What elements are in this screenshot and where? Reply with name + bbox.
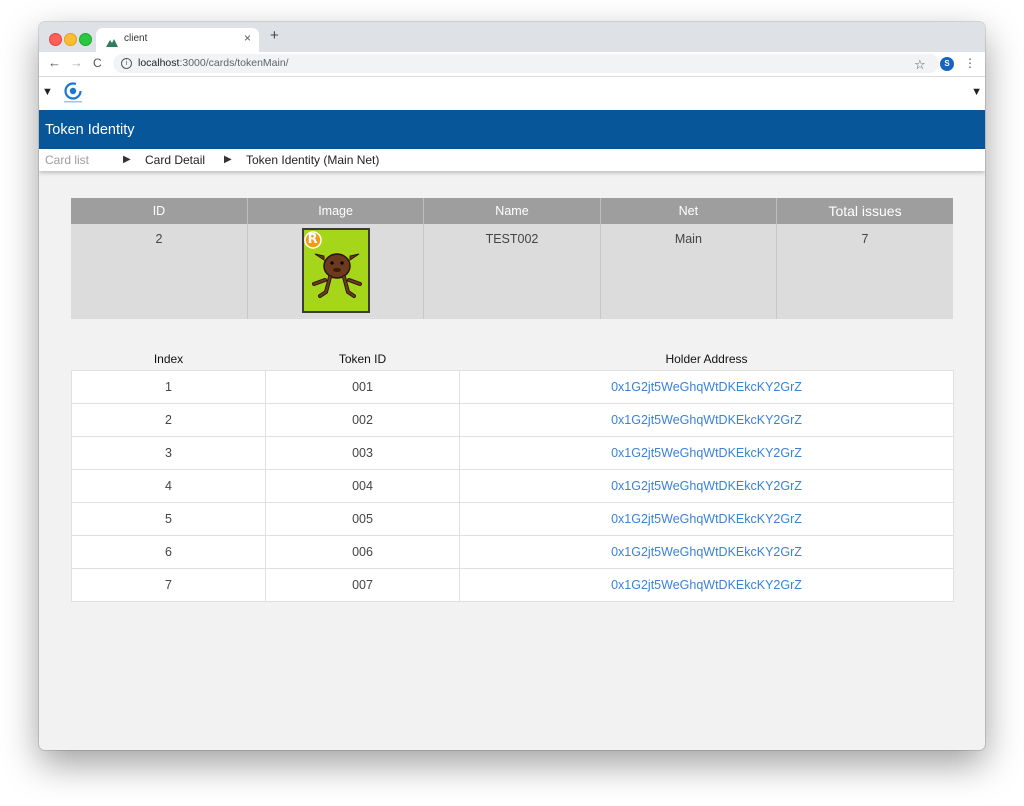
table-row: 7 007 0x1G2jt5WeGhqWtDKEkcKY2GrZ	[71, 568, 954, 602]
holder-address-link[interactable]: 0x1G2jt5WeGhqWtDKEkcKY2GrZ	[459, 535, 954, 569]
table-row: 2 002 0x1G2jt5WeGhqWtDKEkcKY2GrZ	[71, 403, 954, 437]
holder-address-link[interactable]: 0x1G2jt5WeGhqWtDKEkcKY2GrZ	[459, 469, 954, 503]
token-id-cell: 006	[265, 535, 460, 569]
token-id-cell: 002	[265, 403, 460, 437]
browser-toolbar: ← → C i localhost:3000/cards/tokenMain/	[39, 52, 985, 77]
reload-icon[interactable]: C	[93, 56, 102, 70]
card-info-table: ID Image Name Net Total issues 2 R TEST0…	[71, 198, 953, 319]
token-id-cell: 003	[265, 436, 460, 470]
minimize-window-button[interactable]	[64, 33, 77, 46]
caret-down-icon[interactable]: ▼	[971, 86, 982, 98]
index-cell: 3	[71, 436, 266, 470]
table-row: 1 001 0x1G2jt5WeGhqWtDKEkcKY2GrZ	[71, 370, 954, 404]
creature-illustration-icon	[311, 253, 362, 298]
index-cell: 1	[71, 370, 266, 404]
card-id-cell: 2	[71, 224, 248, 319]
breadcrumb-separator-icon: ▶	[123, 154, 131, 165]
url-text[interactable]: localhost:3000/cards/tokenMain/	[138, 57, 289, 69]
app-logo-icon	[62, 81, 84, 105]
token-id-cell: 005	[265, 502, 460, 536]
address-bar[interactable]: i localhost:3000/cards/tokenMain/	[113, 54, 939, 73]
column-header-net: Net	[600, 198, 778, 224]
breadcrumb-separator-icon: ▶	[224, 154, 232, 165]
table-row: 3 003 0x1G2jt5WeGhqWtDKEkcKY2GrZ	[71, 436, 954, 470]
token-id-cell: 001	[265, 370, 460, 404]
maximize-window-button[interactable]	[79, 33, 92, 46]
breadcrumb-card-list[interactable]: Card list	[45, 153, 89, 167]
column-header-holder-address: Holder Address	[665, 352, 748, 366]
holder-address-link[interactable]: 0x1G2jt5WeGhqWtDKEkcKY2GrZ	[459, 502, 954, 536]
browser-window: client × + ← → C i localhost:3000/cards/…	[39, 22, 985, 750]
card-name-cell: TEST002	[423, 224, 601, 319]
index-cell: 4	[71, 469, 266, 503]
card-net-cell: Main	[600, 224, 778, 319]
card-image[interactable]: R	[301, 228, 370, 313]
holder-address-link[interactable]: 0x1G2jt5WeGhqWtDKEkcKY2GrZ	[459, 436, 954, 470]
url-path: :3000/cards/tokenMain/	[179, 57, 289, 69]
tab-title: client	[124, 33, 148, 44]
app-header: Token Identity	[39, 110, 985, 149]
browser-tab[interactable]: client ×	[96, 28, 259, 52]
index-cell: 2	[71, 403, 266, 437]
bookmark-star-icon[interactable]: ☆	[914, 57, 926, 73]
card-image-cell: R	[247, 224, 425, 319]
url-host: localhost	[138, 57, 180, 69]
table-row: 5 005 0x1G2jt5WeGhqWtDKEkcKY2GrZ	[71, 502, 954, 536]
table-row: 4 004 0x1G2jt5WeGhqWtDKEkcKY2GrZ	[71, 469, 954, 503]
column-header-id: ID	[71, 198, 248, 224]
profile-avatar[interactable]: S	[940, 57, 954, 71]
forward-arrow-icon[interactable]: →	[70, 55, 83, 70]
caret-down-icon[interactable]: ▼	[42, 86, 53, 98]
column-header-index: Index	[153, 352, 184, 366]
back-arrow-icon[interactable]: ←	[48, 55, 61, 70]
column-header-token-id: Token ID	[338, 352, 387, 366]
breadcrumb: Card list ▶ Card Detail ▶ Token Identity…	[39, 149, 985, 171]
new-tab-button[interactable]: +	[270, 27, 279, 44]
column-header-name: Name	[423, 198, 601, 224]
holder-address-link[interactable]: 0x1G2jt5WeGhqWtDKEkcKY2GrZ	[459, 403, 954, 437]
tab-close-icon[interactable]: ×	[244, 31, 251, 45]
index-cell: 6	[71, 535, 266, 569]
breadcrumb-current: Token Identity (Main Net)	[246, 153, 380, 167]
holder-address-link[interactable]: 0x1G2jt5WeGhqWtDKEkcKY2GrZ	[459, 370, 954, 404]
rarity-badge: R	[307, 232, 318, 247]
table-row: 2 R TEST002 Main 7	[71, 224, 953, 319]
app-topbar: ▼ ▼	[39, 77, 985, 110]
table-row: 6 006 0x1G2jt5WeGhqWtDKEkcKY2GrZ	[71, 535, 954, 569]
token-table: Index Token ID Holder Address 1 001 0x1G…	[71, 348, 954, 602]
breadcrumb-card-detail[interactable]: Card Detail	[145, 153, 205, 167]
token-id-cell: 007	[265, 568, 460, 602]
token-id-cell: 004	[265, 469, 460, 503]
page-title: Token Identity	[45, 122, 135, 138]
tab-strip: client × +	[39, 22, 985, 52]
holder-address-link[interactable]: 0x1G2jt5WeGhqWtDKEkcKY2GrZ	[459, 568, 954, 602]
card-total-issues-cell: 7	[776, 224, 953, 319]
info-icon[interactable]: i	[121, 58, 132, 69]
index-cell: 5	[71, 502, 266, 536]
index-cell: 7	[71, 568, 266, 602]
column-header-total-issues: Total issues	[776, 198, 953, 224]
close-window-button[interactable]	[49, 33, 62, 46]
mountain-favicon-icon	[106, 34, 118, 52]
column-header-image: Image	[247, 198, 425, 224]
kebab-menu-icon[interactable]: ⋮	[964, 56, 976, 70]
